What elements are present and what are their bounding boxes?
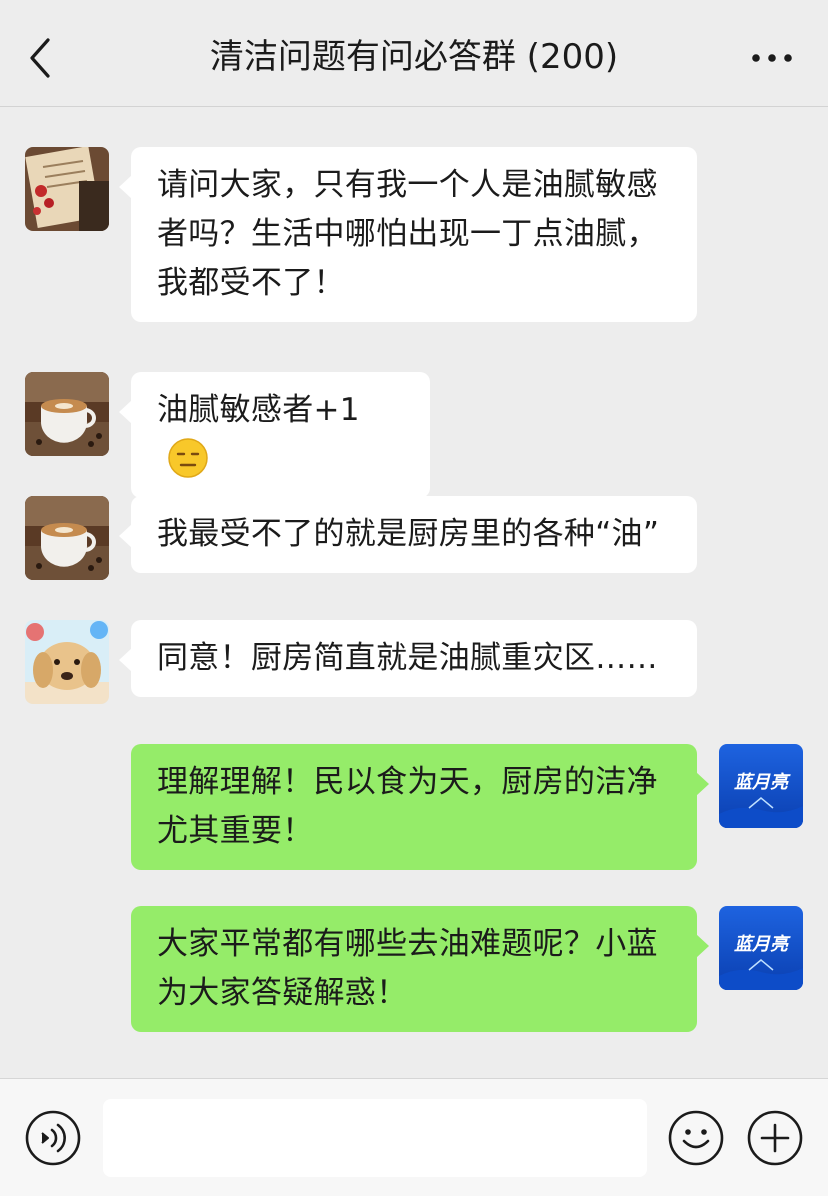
chat-header: 清洁问题有问必答群 (200) (0, 0, 828, 107)
bubble-tail (119, 648, 132, 672)
message-bubble[interactable]: 我最受不了的就是厨房里的各种“油” (119, 496, 697, 573)
emoji-icon (668, 1110, 724, 1166)
bubble-tail (696, 934, 709, 958)
bubble-tail (119, 400, 132, 424)
message-input[interactable] (103, 1099, 647, 1177)
input-bar (0, 1078, 828, 1196)
voice-icon (25, 1110, 81, 1166)
message-text: 大家平常都有哪些去油难题呢？小蓝为大家答疑解惑！ (157, 926, 658, 1011)
message-bubble[interactable]: 油腻敏感者+1 (119, 372, 430, 498)
emoji-button[interactable] (667, 1109, 725, 1167)
message-text: 油腻敏感者+1 (157, 392, 360, 428)
plus-icon (747, 1110, 803, 1166)
message-text: 理解理解！民以食为天，厨房的洁净尤其重要！ (157, 764, 658, 849)
bubble-tail (696, 772, 709, 796)
message-bubble[interactable]: 请问大家，只有我一个人是油腻敏感者吗？生活中哪怕出现一丁点油腻，我都受不了！ (119, 147, 697, 322)
more-button[interactable] (746, 44, 798, 72)
avatar-golden-retriever[interactable] (25, 620, 109, 704)
avatar-bluemoon[interactable]: 蓝月亮 (719, 744, 803, 828)
plus-button[interactable] (746, 1109, 804, 1167)
message-bubble[interactable]: 大家平常都有哪些去油难题呢？小蓝为大家答疑解惑！ (131, 906, 709, 1032)
message-bubble[interactable]: 同意！厨房简直就是油腻重灾区…… (119, 620, 697, 697)
message-bubble[interactable]: 理解理解！民以食为天，厨房的洁净尤其重要！ (131, 744, 709, 870)
bubble-tail (119, 175, 132, 199)
chat-title: 清洁问题有问必答群 (200) (209, 37, 619, 77)
brand-logo-text: 蓝月亮 (734, 934, 791, 955)
message-text: 我最受不了的就是厨房里的各种“油” (157, 516, 660, 552)
avatar-coffee-cup[interactable] (25, 496, 109, 580)
voice-button[interactable] (24, 1109, 82, 1167)
message-text: 同意！厨房简直就是油腻重灾区…… (157, 640, 658, 676)
more-dots-icon (752, 54, 792, 62)
avatar-coffee-cup[interactable] (25, 372, 109, 456)
message-text: 请问大家，只有我一个人是油腻敏感者吗？生活中哪怕出现一丁点油腻，我都受不了！ (157, 167, 658, 301)
avatar-paper-roses[interactable] (25, 147, 109, 231)
expressionless-face-emoji (168, 437, 208, 478)
bubble-tail (119, 524, 132, 548)
avatar-bluemoon[interactable]: 蓝月亮 (719, 906, 803, 990)
brand-logo-text: 蓝月亮 (734, 772, 791, 793)
